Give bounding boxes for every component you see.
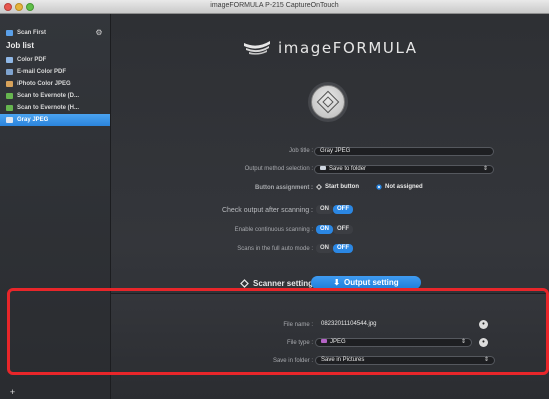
start-diamond-icon [240,279,249,288]
job-list-item[interactable]: Scan to Evernote (D... [0,90,110,102]
logo-swoosh-icon [244,41,270,55]
highlight-box [7,288,549,375]
title-bar: imageFORMULA P-215 CaptureOnTouch [0,0,549,14]
job-list-item-label: Color PDF [17,57,47,63]
radio-selected-icon [376,184,382,190]
job-type-icon [6,117,13,123]
start-diamond-icon [316,184,322,190]
job-list-item-label: Gray JPEG [17,117,49,123]
output-method-select[interactable]: Save to folder ⇕ [314,165,494,174]
toggle-off-option[interactable]: OFF [333,244,353,253]
check-output-toggle[interactable]: ON OFF [316,205,353,214]
start-scan-button[interactable] [311,85,345,119]
job-list-item-label: E-mail Color PDF [17,69,67,75]
add-job-button[interactable]: + [8,388,17,397]
job-list-item-label: Scan to Evernote (H... [17,105,80,111]
job-list: Color PDF E-mail Color PDF iPhoto Color JP… [0,54,110,126]
not-assigned-label: Not assigned [385,184,423,190]
job-type-icon [6,69,13,75]
output-arrow-icon: ⬇ [333,278,341,287]
window-title: imageFORMULA P-215 CaptureOnTouch [210,2,339,9]
full-auto-label: Scans in the full auto mode : [237,246,313,252]
app-window: imageFORMULA P-215 CaptureOnTouch Scan F… [0,0,549,399]
job-list-item-label: iPhoto Color JPEG [17,81,71,87]
toggle-on-option[interactable]: ON [316,225,333,234]
job-list-item[interactable]: Scan to Evernote (H... [0,102,110,114]
job-list-item-label: Scan to Evernote (D... [17,93,80,99]
job-type-icon [6,81,13,87]
logo-text: imageFORMULA [278,39,418,57]
start-button-label: Start button [325,184,359,190]
full-auto-toggle[interactable]: ON OFF [316,244,353,253]
job-list-heading: Job list [6,41,35,50]
toggle-on-option[interactable]: ON [316,205,333,214]
start-button-option[interactable]: Start button [316,184,359,190]
sidebar-item-label: Scan First [17,30,47,36]
not-assigned-option[interactable]: Not assigned [376,184,423,190]
output-method-label: Output method selection : [244,166,313,172]
job-type-icon [6,57,13,63]
tab-scanner-label: Scanner setting [253,279,314,288]
toggle-on-option[interactable]: ON [316,244,333,253]
enable-continuous-label: Enable continuous scanning : [234,227,313,233]
enable-continuous-toggle[interactable]: ON OFF [316,225,353,234]
job-list-item[interactable]: Gray JPEG [0,114,110,126]
chevron-updown-icon: ⇕ [482,166,488,172]
job-list-item[interactable]: E-mail Color PDF [0,66,110,78]
output-method-value: Save to folder [329,166,367,172]
tab-output-label: Output setting [344,278,399,287]
brand-logo: imageFORMULA [243,38,418,58]
tab-scanner-setting[interactable]: Scanner setting [240,279,313,288]
toggle-off-option[interactable]: OFF [333,225,353,234]
job-title-input[interactable]: Gray JPEG [314,147,494,156]
check-output-label: Check output after scanning : [221,207,313,214]
gear-icon[interactable]: ⚙ [94,28,104,38]
button-assignment-label: Button assignment : [255,185,313,191]
job-title-label: Job title : [288,148,313,154]
toggle-off-option[interactable]: OFF [333,205,353,214]
folder-icon [320,166,326,170]
job-list-item[interactable]: Color PDF [0,54,110,66]
job-type-icon [6,93,13,99]
job-type-icon [6,105,13,111]
job-list-item[interactable]: iPhoto Color JPEG [0,78,110,90]
scan-first-icon [6,30,13,36]
